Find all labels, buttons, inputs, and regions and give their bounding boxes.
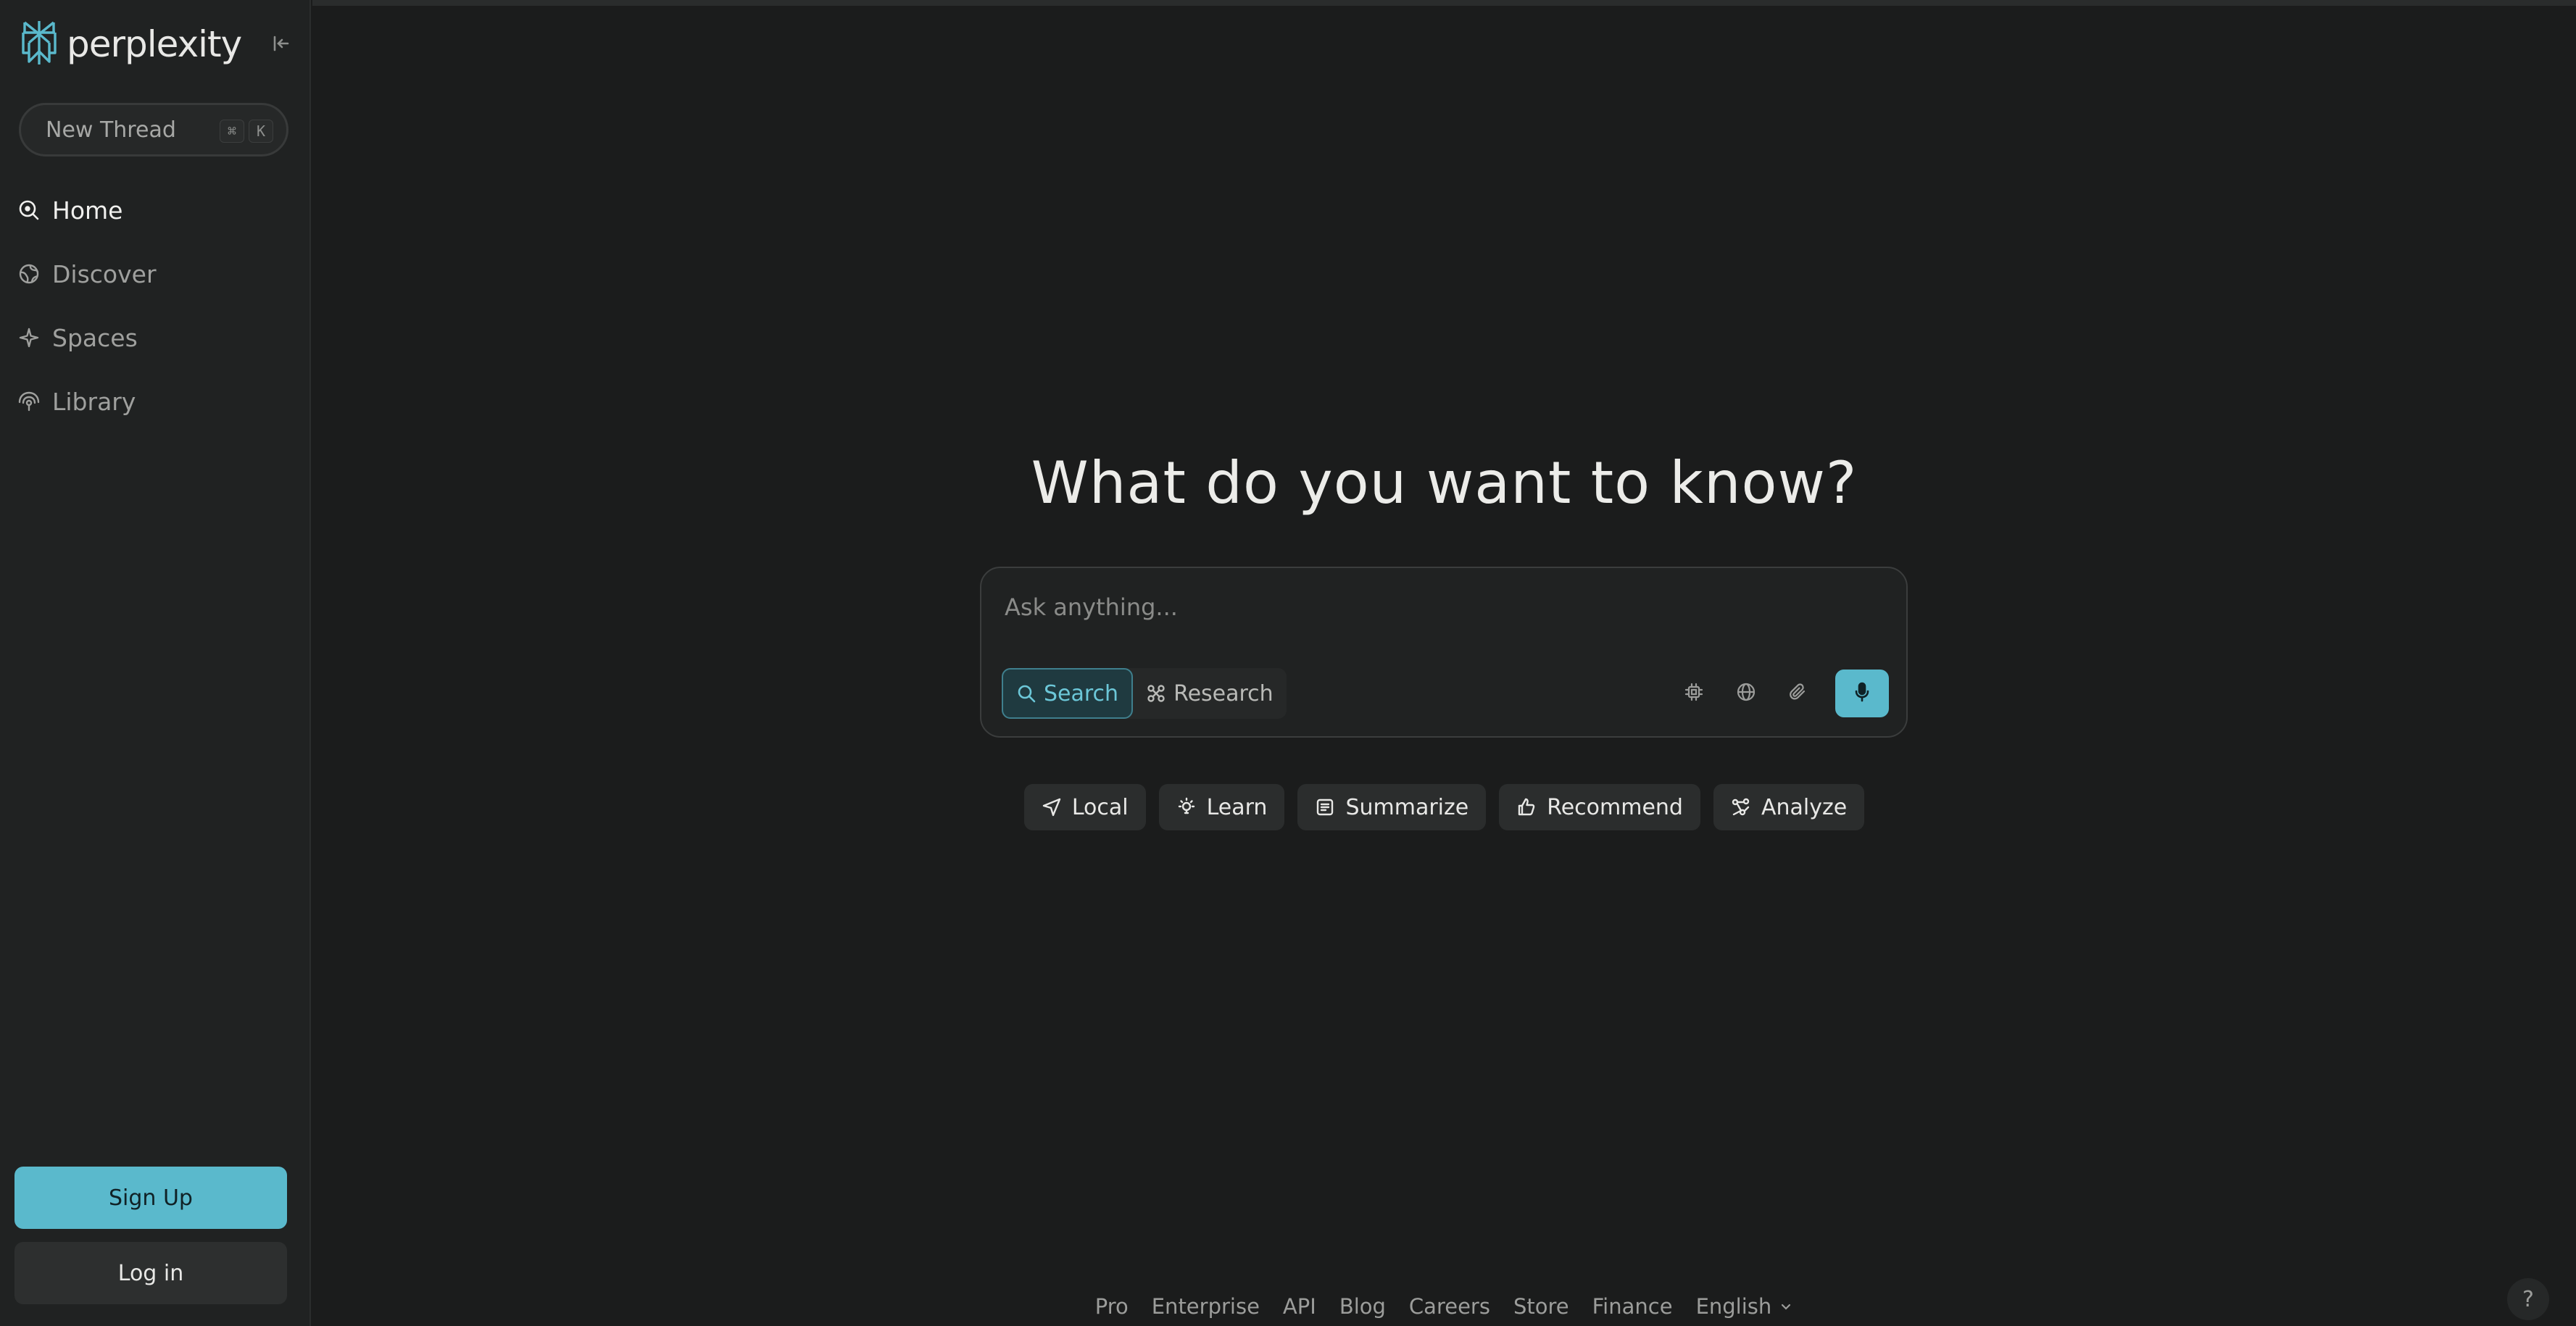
chip-analyze[interactable]: Analyze xyxy=(1713,784,1865,830)
home-search-icon xyxy=(17,199,41,222)
lightbulb-icon xyxy=(1176,797,1197,817)
library-icon xyxy=(17,390,41,413)
sidebar-item-label: Discover xyxy=(52,259,157,288)
new-thread-button[interactable]: New Thread ⌘ K xyxy=(19,103,288,157)
analyze-nodes-icon xyxy=(1731,797,1751,817)
chevron-down-icon xyxy=(1779,1299,1793,1314)
search-box: Search Research xyxy=(980,567,1908,738)
search-mode-toggle: Search Research xyxy=(1002,668,1287,719)
log-in-button[interactable]: Log in xyxy=(14,1242,287,1304)
sidebar: perplexity New Thread ⌘ K Home Discover … xyxy=(0,0,311,1326)
search-input[interactable] xyxy=(1003,585,1873,629)
keyboard-shortcut: ⌘ K xyxy=(220,120,273,143)
shortcut-key-k: K xyxy=(249,120,273,143)
research-icon xyxy=(1146,683,1166,704)
search-icon xyxy=(1016,683,1036,704)
language-select[interactable]: English xyxy=(1696,1294,1794,1319)
footer: Pro Enterprise API Blog Careers Store Fi… xyxy=(312,1294,2576,1319)
document-lines-icon xyxy=(1315,797,1335,817)
sidebar-item-library[interactable]: Library xyxy=(0,370,311,433)
sources-button[interactable] xyxy=(1725,672,1767,714)
footer-link-blog[interactable]: Blog xyxy=(1339,1294,1386,1319)
voice-input-button[interactable] xyxy=(1835,670,1889,717)
research-mode-button[interactable]: Research xyxy=(1133,668,1287,719)
page-title: What do you want to know? xyxy=(1031,449,1858,517)
search-mode-button[interactable]: Search xyxy=(1002,668,1134,719)
globe-icon xyxy=(17,262,41,285)
sidebar-item-label: Home xyxy=(52,196,123,225)
research-mode-label: Research xyxy=(1173,680,1274,706)
chip-summarize[interactable]: Summarize xyxy=(1297,784,1487,830)
paperclip-icon xyxy=(1788,682,1808,705)
sparkle-icon xyxy=(17,326,41,349)
footer-link-enterprise[interactable]: Enterprise xyxy=(1152,1294,1260,1319)
chip-recommend[interactable]: Recommend xyxy=(1499,784,1700,830)
footer-link-careers[interactable]: Careers xyxy=(1409,1294,1490,1319)
main-content: What do you want to know? Search xyxy=(312,0,2576,1326)
attach-file-button[interactable] xyxy=(1777,672,1819,714)
chip-label: Analyze xyxy=(1761,794,1848,820)
model-select-button[interactable] xyxy=(1673,672,1715,714)
search-mode-label: Search xyxy=(1044,680,1119,706)
help-button[interactable]: ? xyxy=(2507,1278,2549,1320)
sidebar-item-spaces[interactable]: Spaces xyxy=(0,306,311,370)
collapse-sidebar-icon xyxy=(271,33,291,57)
chip-label: Recommend xyxy=(1547,794,1683,820)
brand-name: perplexity xyxy=(67,23,242,65)
search-tools xyxy=(1663,670,1889,717)
chip-local[interactable]: Local xyxy=(1023,784,1146,830)
cpu-chip-icon xyxy=(1684,682,1704,705)
shortcut-key-command: ⌘ xyxy=(220,120,244,143)
footer-link-store[interactable]: Store xyxy=(1513,1294,1569,1319)
sidebar-item-label: Spaces xyxy=(52,323,138,352)
perplexity-logo-icon xyxy=(17,18,61,70)
footer-link-api[interactable]: API xyxy=(1283,1294,1316,1319)
language-label: English xyxy=(1695,1294,1772,1319)
chip-learn[interactable]: Learn xyxy=(1158,784,1285,830)
footer-link-finance[interactable]: Finance xyxy=(1592,1294,1673,1319)
chip-label: Learn xyxy=(1206,794,1268,820)
suggestion-chips: Local Learn Summarize Recommend Analyze xyxy=(312,784,2576,830)
new-thread-label: New Thread xyxy=(46,117,176,143)
chip-label: Summarize xyxy=(1345,794,1469,820)
collapse-sidebar-button[interactable] xyxy=(267,30,296,59)
sidebar-nav: Home Discover Spaces Library xyxy=(0,178,311,433)
sidebar-item-label: Library xyxy=(52,387,136,416)
send-arrow-icon xyxy=(1042,797,1062,817)
chip-label: Local xyxy=(1071,794,1129,820)
perplexity-logo[interactable]: perplexity xyxy=(17,18,242,70)
sign-up-button[interactable]: Sign Up xyxy=(14,1167,287,1229)
sidebar-item-home[interactable]: Home xyxy=(0,178,311,242)
globe-icon xyxy=(1736,682,1756,705)
sidebar-item-discover[interactable]: Discover xyxy=(0,242,311,306)
footer-link-pro[interactable]: Pro xyxy=(1095,1294,1129,1319)
thumbs-up-icon xyxy=(1516,797,1537,817)
microphone-icon xyxy=(1852,681,1872,706)
